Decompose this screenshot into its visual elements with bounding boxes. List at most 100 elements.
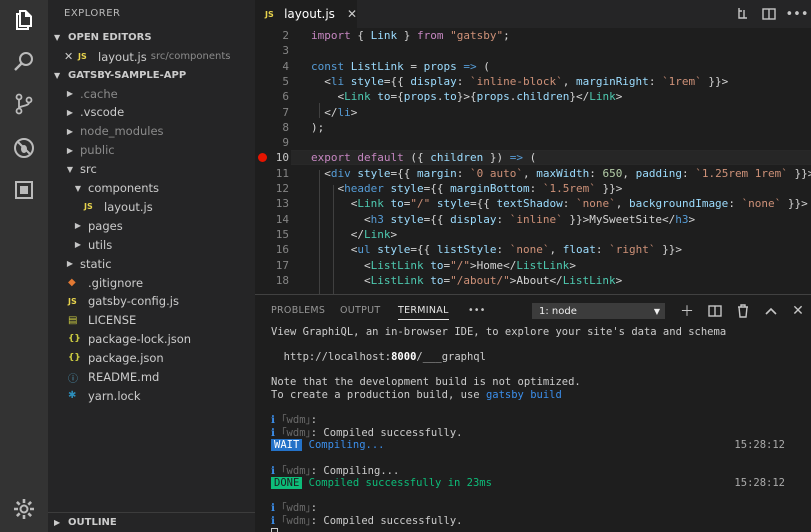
file-tree-item[interactable]: JS layout.js [48, 197, 255, 216]
more-actions-icon[interactable]: ••• [786, 6, 809, 22]
terminal-text: 8000 [391, 351, 417, 364]
explorer-sidebar: EXPLORER ▼ OPEN EDITORS ✕ JS layout.js s… [48, 0, 255, 532]
open-editor-item[interactable]: ✕ JS layout.js src/components [48, 47, 255, 66]
file-tree-item[interactable]: {} package.json [48, 349, 255, 368]
new-terminal-icon[interactable]: ＋ [678, 302, 696, 320]
maximize-panel-icon[interactable] [762, 302, 780, 320]
activity-bar [0, 0, 48, 532]
code-text: const ListLink = props => ( [311, 59, 490, 73]
tab-problems[interactable]: PROBLEMS [271, 305, 325, 316]
file-tree-label: yarn.lock [88, 388, 141, 403]
terminal-text: ｢wdm｣ [281, 414, 311, 427]
file-tree-item[interactable]: {} package-lock.json [48, 330, 255, 349]
split-terminal-icon[interactable] [706, 302, 724, 320]
terminal-text: /___graphql [416, 351, 486, 364]
tab-terminal[interactable]: TERMINAL [398, 305, 449, 320]
line-number: 2 [282, 29, 289, 42]
code-line: 4 const ListLink = props => ( [255, 59, 811, 74]
chevron-down-icon: ▼ [54, 70, 61, 80]
line-number: 17 [275, 258, 289, 272]
project-header[interactable]: ▼ GATSBY-SAMPLE-APP [48, 66, 255, 84]
close-icon[interactable]: ✕ [64, 50, 78, 63]
js-file-icon: JS [68, 296, 77, 306]
close-panel-icon[interactable]: ✕ [789, 302, 807, 320]
file-tree-item[interactable]: ▤ LICENSE [48, 311, 255, 330]
chevron-down-icon: ▼ [54, 32, 61, 42]
line-number: 7 [282, 105, 289, 119]
chevron-right-icon: ▶ [66, 107, 74, 117]
code-text: export default ({ children }) => ( [311, 151, 537, 165]
code-text: <Link to="/" style={{ textShadow: `none`… [311, 197, 808, 211]
tab-label: layout.js [284, 7, 335, 21]
code-text: </Link> [311, 227, 398, 241]
code-editor[interactable]: 2 import { Link } from "gatsby"; 3 4 const L… [255, 28, 811, 294]
close-icon[interactable]: ✕ [347, 7, 357, 21]
terminal-text: : Compiled successfully. [310, 426, 463, 439]
code-line: 11 <div style={{ margin: `0 auto`, maxWi… [255, 166, 811, 181]
code-line: 16 <ul style={{ listStyle: `none`, float… [255, 242, 811, 257]
file-tree-label: layout.js [104, 199, 153, 214]
debug-icon[interactable] [12, 136, 36, 160]
terminal-text: : [310, 502, 318, 515]
code-text: <Link to={props.to}>{props.children}</Li… [311, 90, 623, 104]
file-tree-item[interactable]: ▶ node_modules [48, 122, 255, 141]
file-tree-item[interactable]: ▶ utils [48, 235, 255, 254]
open-changes-icon[interactable] [735, 6, 751, 22]
source-control-icon[interactable] [12, 92, 36, 116]
split-editor-icon[interactable] [761, 6, 777, 22]
terminal-text: ℹ [271, 426, 282, 439]
code-line: 14 <h3 style={{ display: `inline` }}>MyS… [255, 212, 811, 227]
code-text: <h3 style={{ display: `inline` }}>MySwee… [311, 212, 696, 226]
open-editor-name: layout.js [98, 49, 147, 64]
file-tree-item[interactable]: ✱ yarn.lock [48, 386, 255, 405]
status-badge: DONE [271, 477, 303, 490]
open-editors-header[interactable]: ▼ OPEN EDITORS [48, 28, 255, 46]
trash-icon[interactable] [734, 302, 752, 320]
code-line: 2 import { Link } from "gatsby"; [255, 28, 811, 43]
code-line: 6 <Link to={props.to}>{props.children}</… [255, 89, 811, 104]
code-text: ); [311, 120, 325, 134]
file-tree-item[interactable]: ▼ components [48, 179, 255, 198]
terminal-select[interactable]: 1: node ▼ [532, 303, 665, 319]
file-tree-item[interactable]: ▶ .vscode [48, 103, 255, 122]
file-tree-item[interactable]: ▶ public [48, 141, 255, 160]
search-icon[interactable] [12, 50, 36, 74]
code-text: <ListLink to="/about/">About</ListLink> [311, 273, 623, 287]
chevron-right-icon: ▶ [66, 145, 74, 155]
line-number: 11 [275, 166, 289, 180]
settings-gear-icon[interactable] [12, 497, 36, 521]
editor-tab-bar: JS layout.js ✕ ••• [255, 0, 811, 28]
file-tree-item[interactable]: ▼ src [48, 160, 255, 179]
license-file-icon: ▤ [68, 314, 78, 326]
tab-layout-js[interactable]: JS layout.js ✕ [255, 0, 357, 28]
file-tree-label: README.md [88, 370, 160, 384]
code-text: import { Link } from "gatsby"; [311, 29, 510, 42]
file-tree-item[interactable]: ⓘ README.md [48, 368, 255, 387]
tab-output[interactable]: OUTPUT [340, 305, 381, 316]
terminal-text: View GraphiQL, an in-browser IDE, to exp… [271, 326, 727, 338]
files-icon[interactable] [12, 8, 36, 32]
file-tree-label: public [80, 143, 115, 158]
open-editors-label: OPEN EDITORS [68, 31, 152, 43]
terminal-cursor [271, 527, 278, 532]
code-line: 17 <ListLink to="/">Home</ListLink> [255, 258, 811, 273]
line-number: 9 [282, 136, 289, 150]
extensions-icon[interactable] [12, 178, 36, 202]
line-number: 18 [275, 273, 289, 287]
git-file-icon: ◆ [68, 277, 76, 288]
file-tree-item[interactable]: ◆ .gitignore [48, 273, 255, 292]
terminal-text: ℹ [271, 515, 282, 527]
file-tree-item[interactable]: JS gatsby-config.js [48, 292, 255, 311]
terminal-text: Note that the development build is not o… [271, 376, 581, 389]
outline-header[interactable]: ▶ OUTLINE [48, 512, 255, 532]
file-tree-item[interactable]: ▶ static [48, 254, 255, 273]
file-tree-item[interactable]: ▶ .cache [48, 84, 255, 103]
panel-more-icon[interactable]: ••• [468, 305, 486, 316]
chevron-right-icon: ▶ [66, 126, 74, 136]
code-line: 9 [255, 135, 811, 150]
chevron-down-icon: ▼ [74, 183, 82, 193]
code-text: <ListLink to="/">Home</ListLink> [311, 258, 576, 272]
file-tree-item[interactable]: ▶ pages [48, 216, 255, 235]
explorer-title: EXPLORER [64, 8, 121, 19]
terminal-text: ℹ [271, 414, 282, 427]
